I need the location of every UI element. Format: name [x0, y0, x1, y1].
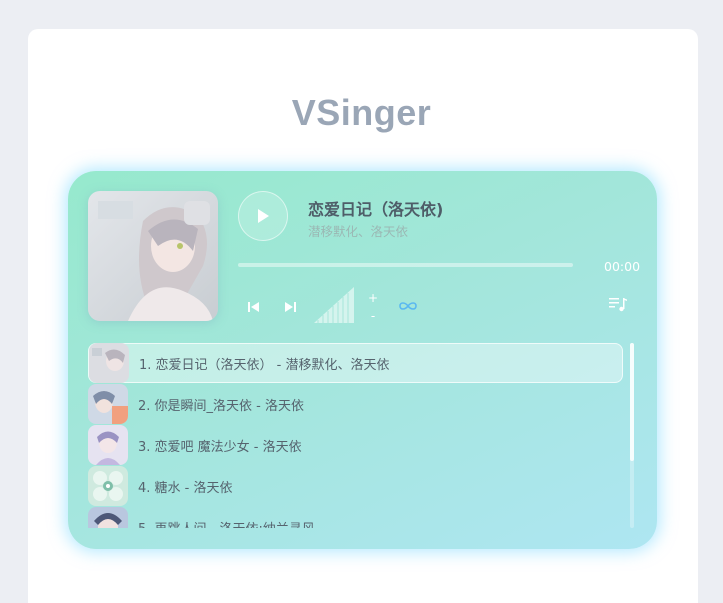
scrollbar-thumb[interactable] — [630, 343, 634, 461]
album-cover — [88, 191, 218, 321]
loop-button[interactable] — [398, 299, 418, 313]
playlist-item[interactable]: 4. 糖水 - 洛天依 — [88, 466, 623, 506]
previous-button[interactable] — [246, 299, 262, 315]
page-title: VSinger — [291, 92, 432, 133]
song-title: 恋爱日记（洛天依) — [308, 200, 444, 219]
next-button[interactable] — [282, 299, 298, 315]
skip-back-icon — [248, 302, 259, 312]
track-label: 1. 恋爱日记（洛天依） - 潜移默化、洛天依 — [139, 357, 390, 373]
playlist-music-icon — [609, 298, 627, 312]
playlist-item[interactable]: 1. 恋爱日记（洛天依） - 潜移默化、洛天依 — [88, 343, 623, 383]
track-label: 2. 你是瞬间_洛天依 - 洛天依 — [138, 398, 304, 414]
volume-down-button[interactable]: - — [367, 310, 379, 322]
track-thumbnail — [88, 384, 128, 424]
music-player: 恋爱日记（洛天依) 潜移默化、洛天依 00:00 + - 1. 恋爱日记（洛天依… — [68, 171, 657, 549]
playlist-item[interactable]: 3. 恋爱吧 魔法少女 - 洛天依 — [88, 425, 623, 465]
track-label: 3. 恋爱吧 魔法少女 - 洛天依 — [138, 439, 302, 455]
time-display: 00:00 — [604, 259, 641, 274]
track-thumbnail — [89, 343, 129, 383]
track-thumbnail — [88, 507, 128, 528]
track-label: 5. 再跳人间 - 洛天依;纳兰寻风 — [138, 518, 315, 529]
playlist-scrollbar[interactable] — [630, 343, 634, 528]
track-thumbnail — [88, 466, 128, 506]
playlist: 1. 恋爱日记（洛天依） - 潜移默化、洛天依 2. 你是瞬间_洛天依 - 洛天… — [88, 343, 628, 528]
volume-up-button[interactable]: + — [367, 292, 379, 304]
play-button[interactable] — [238, 191, 288, 241]
playlist-button[interactable] — [609, 296, 627, 312]
skip-forward-icon — [285, 302, 296, 312]
play-icon — [258, 209, 269, 223]
track-thumbnail — [88, 425, 128, 465]
playlist-item[interactable]: 2. 你是瞬间_洛天依 - 洛天依 — [88, 384, 623, 424]
song-artist: 潜移默化、洛天依 — [308, 224, 409, 239]
infinity-icon — [399, 302, 417, 310]
playlist-item[interactable]: 5. 再跳人间 - 洛天依;纳兰寻风 — [88, 507, 623, 528]
volume-slider[interactable] — [314, 287, 354, 323]
track-label: 4. 糖水 - 洛天依 — [138, 480, 233, 496]
progress-bar[interactable] — [238, 263, 573, 267]
